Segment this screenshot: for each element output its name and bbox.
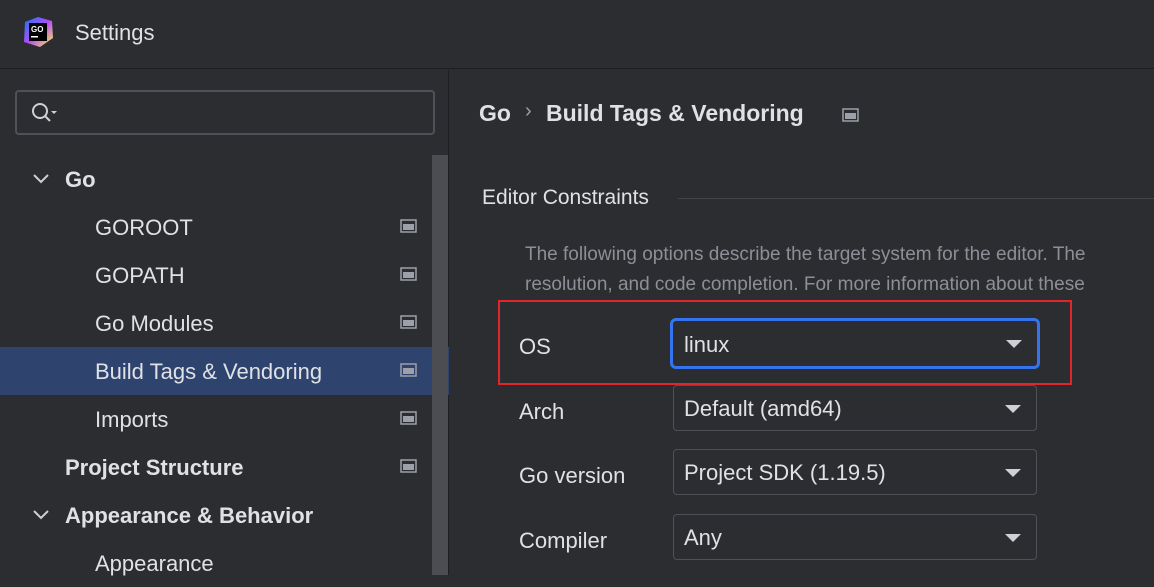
tree-item-go-modules[interactable]: Go Modules <box>0 299 449 347</box>
go-version-label: Go version <box>519 463 626 488</box>
description-line-1: The following options describe the targe… <box>525 244 1086 265</box>
tree-item-appearance-behavior[interactable]: Appearance & Behavior <box>0 491 449 539</box>
breadcrumb-parent[interactable]: Go <box>479 100 511 127</box>
tree-item-go[interactable]: Go <box>0 155 449 203</box>
tree-item-label: Appearance & Behavior <box>65 503 314 528</box>
os-label: OS <box>519 334 551 359</box>
svg-text:GO: GO <box>31 25 43 34</box>
tree-item-gopath[interactable]: GOPATH <box>0 251 449 299</box>
os-select-value: linux <box>684 332 730 357</box>
title-bar: GO Settings <box>0 0 1154 69</box>
tree-item-appearance[interactable]: Appearance <box>0 539 449 587</box>
description-line-2: resolution, and code completion. For mor… <box>525 274 1085 295</box>
window-title: Settings <box>75 20 155 45</box>
arch-select[interactable]: Default (amd64) <box>673 385 1037 431</box>
section-divider <box>678 198 1154 199</box>
breadcrumb-current: Build Tags & Vendoring <box>546 100 804 126</box>
dropdown-arrow-icon <box>1006 340 1022 348</box>
project-settings-icon <box>400 363 417 377</box>
tree-item-project-structure[interactable]: Project Structure <box>0 443 449 491</box>
compiler-label: Compiler <box>519 528 608 553</box>
chevron-down-icon[interactable] <box>32 507 50 521</box>
settings-search-box[interactable] <box>15 90 435 135</box>
tree-item-label: Build Tags & Vendoring <box>95 359 323 384</box>
sidebar-scrollbar[interactable] <box>432 155 448 575</box>
tree-item-label: Go <box>65 167 96 192</box>
search-icon[interactable] <box>31 102 59 124</box>
tree-item-label: Appearance <box>95 551 214 576</box>
settings-sidebar: Go GOROOT GOPATH Go Modules Build Tags &… <box>0 70 449 576</box>
tree-item-imports[interactable]: Imports <box>0 395 449 443</box>
dropdown-arrow-icon <box>1005 405 1021 413</box>
tree-item-build-tags-vendoring[interactable]: Build Tags & Vendoring <box>0 347 449 395</box>
project-settings-icon <box>400 267 417 281</box>
settings-content: Go › Build Tags & Vendoring Editor Const… <box>450 70 1154 575</box>
go-version-select[interactable]: Project SDK (1.19.5) <box>673 449 1037 495</box>
dropdown-arrow-icon <box>1005 534 1021 542</box>
tree-item-label: Project Structure <box>65 455 244 480</box>
tree-item-goroot[interactable]: GOROOT <box>0 203 449 251</box>
chevron-down-icon[interactable] <box>32 171 50 185</box>
project-settings-icon <box>842 108 859 122</box>
tree-item-label: GOROOT <box>95 215 193 240</box>
arch-select-value: Default (amd64) <box>684 396 842 421</box>
section-title: Editor Constraints <box>482 186 649 209</box>
go-version-select-value: Project SDK (1.19.5) <box>684 460 886 485</box>
compiler-select[interactable]: Any <box>673 514 1037 560</box>
project-settings-icon <box>400 411 417 425</box>
project-settings-icon <box>400 459 417 473</box>
settings-search-input[interactable] <box>67 98 427 128</box>
breadcrumb-separator: › <box>525 100 532 122</box>
goland-logo-icon: GO <box>24 17 53 47</box>
project-settings-icon <box>400 315 417 329</box>
dropdown-arrow-icon <box>1005 469 1021 477</box>
os-select[interactable]: linux <box>670 318 1040 369</box>
project-settings-icon <box>400 219 417 233</box>
tree-item-label: GOPATH <box>95 263 185 288</box>
tree-item-label: Go Modules <box>95 311 214 336</box>
compiler-select-value: Any <box>684 525 722 550</box>
tree-item-label: Imports <box>95 407 169 432</box>
arch-label: Arch <box>519 399 565 424</box>
